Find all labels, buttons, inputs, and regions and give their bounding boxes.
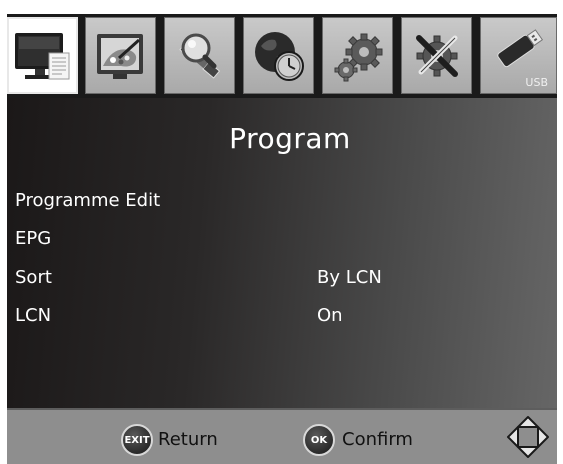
- footer-divider: [7, 408, 557, 410]
- tools-icon: [415, 34, 458, 77]
- picture-palette-icon: [96, 33, 143, 79]
- tab-bar: USB: [7, 14, 557, 98]
- osd-screen: USB Program Programme Edit EPG Sort By L…: [7, 14, 557, 464]
- sort-value: By LCN: [317, 267, 382, 288]
- menu-item-label: Programme Edit: [15, 190, 161, 211]
- exit-badge-text: EXIT: [124, 434, 150, 446]
- ok-button-icon[interactable]: OK: [303, 424, 335, 456]
- navigation-arrows-icon: [507, 416, 549, 458]
- menu-item-label: EPG: [15, 228, 52, 249]
- menu-item-label: Sort: [15, 267, 52, 288]
- tab-system[interactable]: [401, 17, 472, 94]
- tab-program[interactable]: [7, 17, 78, 94]
- program-menu-panel: Program Programme Edit EPG Sort By LCN L…: [7, 98, 557, 408]
- menu-item-label: LCN: [15, 305, 52, 326]
- menu-item-sort[interactable]: Sort By LCN: [7, 263, 557, 293]
- globe-clock-icon: [254, 31, 304, 81]
- gears-icon: [334, 33, 382, 81]
- ok-badge-text: OK: [310, 434, 328, 446]
- tab-option[interactable]: [322, 17, 393, 94]
- menu-item-epg[interactable]: EPG: [7, 224, 557, 254]
- top-margin: [0, 0, 563, 14]
- usb-drive-icon: [496, 28, 543, 67]
- satellite-magnifier-icon: [178, 33, 220, 79]
- return-hint-label: Return: [158, 429, 218, 450]
- tab-channel-search[interactable]: [164, 17, 235, 94]
- usb-tab-label: USB: [525, 76, 548, 89]
- lcn-value: On: [317, 305, 343, 326]
- menu-item-lcn[interactable]: LCN On: [7, 301, 557, 331]
- exit-button-icon[interactable]: EXIT: [121, 424, 153, 456]
- menu-item-programme-edit[interactable]: Programme Edit: [7, 186, 557, 216]
- tab-picture[interactable]: [85, 17, 156, 94]
- confirm-hint-label: Confirm: [342, 429, 413, 450]
- tv-document-icon: [14, 32, 69, 79]
- footer-hint-bar: [7, 408, 557, 464]
- tab-time[interactable]: [243, 17, 314, 94]
- page-title: Program: [229, 122, 351, 155]
- tab-usb[interactable]: USB: [480, 17, 557, 94]
